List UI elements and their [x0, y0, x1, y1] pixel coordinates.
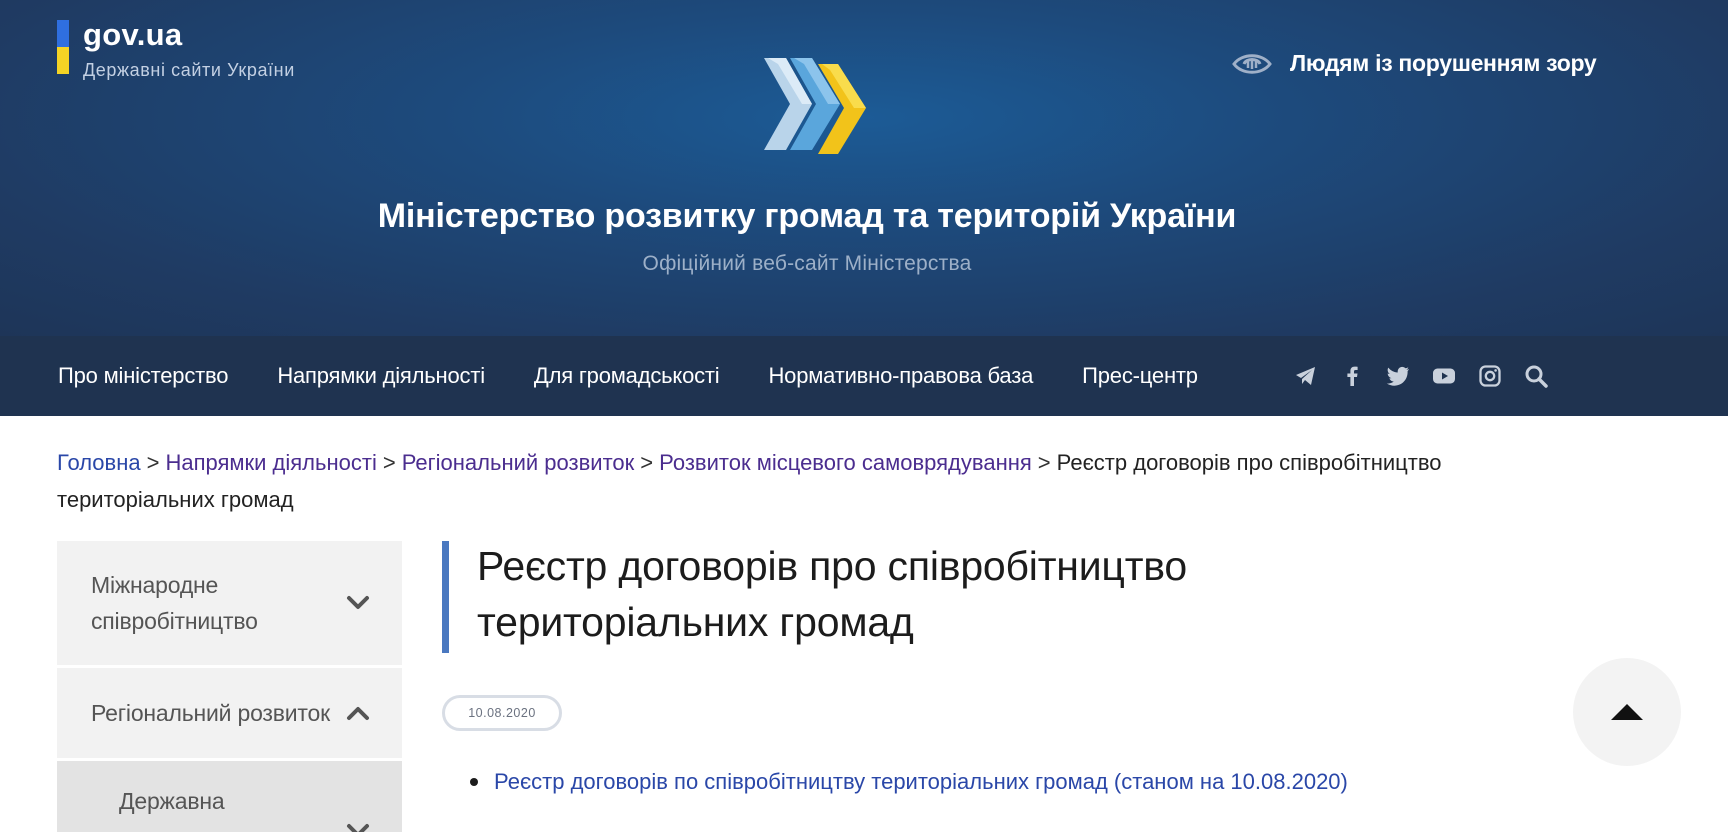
accessibility-label: Людям із порушенням зору — [1290, 50, 1597, 76]
site-title: Міністерство розвитку громад та територі… — [377, 197, 1237, 235]
search-icon[interactable] — [1523, 363, 1549, 389]
nav-item-directions[interactable]: Напрямки діяльності — [277, 363, 485, 389]
nav-item-legal-base[interactable]: Нормативно-правова база — [768, 363, 1033, 389]
youtube-icon[interactable] — [1431, 363, 1457, 389]
document-link[interactable]: Реєстр договорів по співробітництву тери… — [494, 769, 1348, 795]
breadcrumb-directions[interactable]: Напрямки діяльності — [165, 450, 376, 475]
ukraine-flag-icon — [57, 20, 69, 74]
breadcrumb-separator: > — [382, 450, 396, 475]
breadcrumb-separator: > — [146, 450, 160, 475]
date-badge: 10.08.2020 — [442, 695, 562, 731]
accessibility-link[interactable]: Людям із порушенням зору — [1232, 50, 1597, 77]
breadcrumb-home[interactable]: Головна — [57, 450, 141, 475]
govua-portal-link[interactable]: gov.ua Державні сайти України — [57, 19, 295, 82]
arrow-up-icon — [1611, 704, 1643, 720]
breadcrumb-local-government[interactable]: Розвиток місцевого самоврядування — [659, 450, 1032, 475]
telegram-icon[interactable] — [1293, 363, 1319, 389]
sidebar-item-label: Державна — [119, 788, 225, 814]
nav-item-public[interactable]: Для громадськості — [534, 363, 720, 389]
sidebar-menu: Міжнародне співробітництво Регіональний … — [57, 541, 402, 832]
sidebar-subitem-state[interactable]: Державна — [57, 761, 402, 832]
breadcrumb: Головна > Напрямки діяльності > Регіональний… — [57, 444, 1477, 518]
page-heading-block: Реєстр договорів про співробітництво тер… — [442, 541, 1377, 653]
site-header: gov.ua Державні сайти України Людям із п… — [0, 0, 1728, 336]
sidebar-item-international-cooperation[interactable]: Міжнародне співробітництво — [57, 541, 402, 665]
sidebar-item-label: Регіональний розвиток — [91, 700, 330, 726]
breadcrumb-separator: > — [1037, 450, 1051, 475]
twitter-icon[interactable] — [1385, 363, 1411, 389]
sidebar-item-label: Міжнародне співробітництво — [91, 572, 258, 634]
site-subtitle: Офіційний веб-сайт Міністерства — [642, 252, 972, 275]
chevron-down-icon — [347, 824, 369, 832]
list-item: Реєстр договорів по співробітництву тери… — [470, 769, 1348, 795]
main-navigation: Про міністерство Напрямки діяльності Для… — [0, 336, 1728, 416]
chevron-down-icon — [347, 596, 369, 609]
govua-title[interactable]: gov.ua — [83, 19, 295, 50]
instagram-icon[interactable] — [1477, 363, 1503, 389]
eye-icon — [1232, 53, 1272, 74]
govua-subtitle: Державні сайти України — [83, 60, 295, 80]
ministry-logo-icon[interactable] — [764, 58, 874, 160]
scroll-to-top-button[interactable] — [1573, 658, 1681, 766]
facebook-icon[interactable] — [1339, 363, 1365, 389]
breadcrumb-regional-development[interactable]: Регіональний розвиток — [402, 450, 635, 475]
page-title: Реєстр договорів про співробітництво тер… — [477, 543, 1188, 645]
sidebar-item-regional-development[interactable]: Регіональний розвиток — [57, 668, 402, 758]
breadcrumb-separator: > — [640, 450, 654, 475]
document-list: Реєстр договорів по співробітництву тери… — [470, 769, 1348, 795]
nav-item-press-center[interactable]: Прес-центр — [1082, 363, 1198, 389]
chevron-up-icon — [347, 707, 369, 720]
bullet-icon — [470, 778, 478, 786]
nav-item-about[interactable]: Про міністерство — [58, 363, 229, 389]
